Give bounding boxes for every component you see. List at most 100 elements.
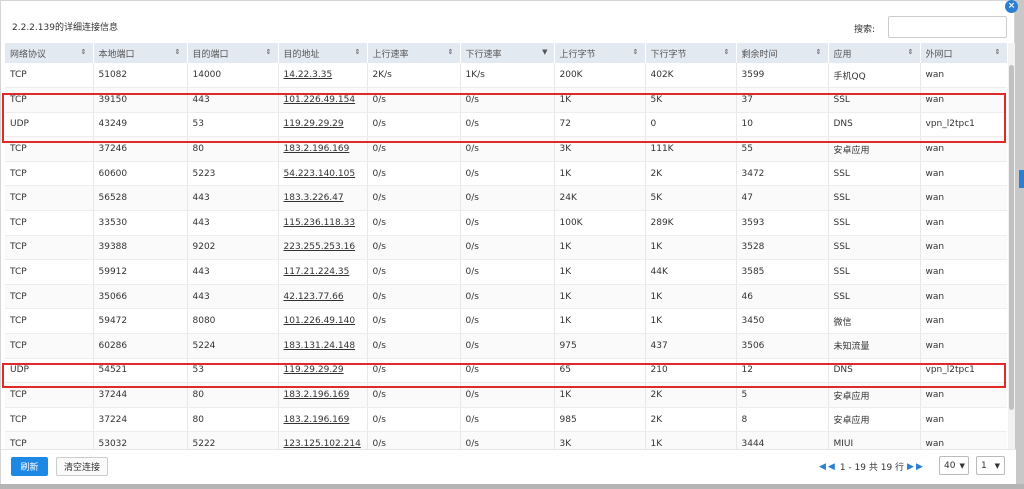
table-row[interactable]: TCP 39388 9202 223.255.253.16 0/s 0/s 1K 1K 3528… — [5, 235, 1007, 261]
sort-icon[interactable]: ▼ — [542, 48, 547, 56]
column-header[interactable]: 下行字节 ⇕ — [645, 43, 737, 63]
table-cell: 0/s — [460, 87, 555, 113]
table-row[interactable]: TCP 60600 5223 54.223.140.105 0/s 0/s 1K 2K 3472… — [5, 161, 1007, 187]
chevron-down-icon: ▼ — [994, 461, 1000, 470]
column-header[interactable]: 目的端口 ⇕ — [187, 43, 279, 63]
sort-icon[interactable]: ⇕ — [816, 48, 822, 56]
table-row[interactable]: TCP 39150 443 101.226.49.154 0/s 0/s 1K 5K 37 SSL… — [5, 87, 1007, 113]
table-cell: 1K — [554, 259, 646, 285]
search-input[interactable] — [888, 16, 1007, 38]
prev-page-icon[interactable]: ◀ — [828, 462, 835, 472]
table-cell: 1K — [554, 87, 646, 113]
dialog-title: 2.2.2.139的详细连接信息 — [12, 23, 118, 33]
sort-icon[interactable]: ⇕ — [355, 48, 361, 56]
table-cell: 44K — [645, 259, 737, 285]
table-row[interactable]: TCP 56528 443 183.3.226.47 0/s 0/s 24K 5K 47 SSL w… — [5, 185, 1007, 212]
table-cell: 0/s — [460, 161, 555, 187]
first-page-icon[interactable]: ◀ — [819, 462, 826, 472]
table-row[interactable]: TCP 33530 443 115.236.118.33 0/s 0/s 100K 289K 3… — [5, 210, 1007, 236]
table-cell: 1K — [554, 308, 646, 335]
table-cell: 0/s — [367, 431, 461, 449]
table-row[interactable]: TCP 53032 5222 123.125.102.214 0/s 0/s 3K 1K 344… — [5, 431, 1007, 449]
table-cell: 0/s — [460, 333, 555, 359]
column-header[interactable]: 下行速率 ▼ — [460, 43, 555, 63]
column-header[interactable]: 应用 ⇕ — [828, 43, 921, 63]
table-row[interactable]: TCP 37224 80 183.2.196.169 0/s 0/s 985 2K 8 安卓应用 w… — [5, 407, 1007, 433]
destination-address-link[interactable]: 183.2.196.169 — [278, 136, 368, 162]
table-cell: 0/s — [367, 284, 461, 310]
sort-icon[interactable]: ⇕ — [724, 48, 730, 56]
table-cell: 3450 — [736, 308, 829, 335]
clear-connections-button[interactable]: 清空连接 — [56, 457, 108, 476]
table-cell: 55 — [736, 136, 829, 162]
sort-icon[interactable]: ⇕ — [266, 48, 272, 56]
table-row[interactable]: TCP 35066 443 42.123.77.66 0/s 0/s 1K 1K 46 SSL wa… — [5, 284, 1007, 310]
destination-address-link[interactable]: 183.2.196.169 — [278, 407, 368, 433]
table-row[interactable]: TCP 51082 14000 14.22.3.35 2K/s 1K/s 200K 402K 3… — [5, 63, 1007, 89]
table-cell: 1K — [554, 161, 646, 187]
table-cell: 14000 — [187, 63, 279, 89]
sort-icon[interactable]: ⇕ — [448, 48, 454, 56]
table-row[interactable]: TCP 59472 8080 101.226.49.140 0/s 0/s 1K 1K 3450… — [5, 308, 1007, 335]
column-header[interactable]: 目的地址 ⇕ — [278, 43, 368, 63]
table-cell: 1K — [645, 284, 737, 310]
sort-icon[interactable]: ⇕ — [175, 48, 181, 56]
destination-address-link[interactable]: 117.21.224.35 — [278, 259, 368, 285]
column-header-label: 网络协议 — [10, 49, 47, 60]
table-cell: 3506 — [736, 333, 829, 359]
table-cell: 0/s — [460, 308, 555, 335]
table-row[interactable]: TCP 37244 80 183.2.196.169 0/s 0/s 1K 2K 5 安卓应用 wa… — [5, 382, 1007, 408]
table-row[interactable]: UDP 43249 53 119.29.29.29 0/s 0/s 72 0 10 DNS vpn_… — [5, 112, 1007, 138]
sort-icon[interactable]: ⇕ — [633, 48, 639, 56]
destination-address-link[interactable]: 223.255.253.16 — [278, 235, 368, 261]
page-number-select[interactable]: 1 ▼ — [976, 456, 1005, 475]
last-page-icon[interactable]: ▶ — [916, 462, 923, 472]
table-cell: 80 — [187, 382, 279, 408]
next-page-icon[interactable]: ▶ — [907, 462, 914, 472]
destination-address-link[interactable]: 14.22.3.35 — [278, 63, 368, 89]
table-cell: 402K — [645, 63, 737, 89]
destination-address-link[interactable]: 101.226.49.140 — [278, 308, 368, 335]
column-header-label: 下行字节 — [650, 49, 687, 60]
column-header-label: 应用 — [833, 49, 852, 60]
table-cell: 210 — [645, 358, 737, 384]
close-icon[interactable]: × — [1005, 0, 1018, 13]
destination-address-link[interactable]: 183.131.24.148 — [278, 333, 368, 359]
destination-address-link[interactable]: 54.223.140.105 — [278, 161, 368, 187]
column-header[interactable]: 上行速率 ⇕ — [367, 43, 461, 63]
table-row[interactable]: TCP 37246 80 183.2.196.169 0/s 0/s 3K 111K 55 安卓应… — [5, 136, 1007, 162]
refresh-button[interactable]: 刷新 — [11, 457, 48, 476]
sort-icon[interactable]: ⇕ — [995, 48, 1001, 56]
destination-address-link[interactable]: 42.123.77.66 — [278, 284, 368, 310]
table-cell: 37246 — [93, 136, 188, 162]
table-cell: 0/s — [367, 112, 461, 138]
table-cell: wan — [920, 235, 1007, 261]
destination-address-link[interactable]: 101.226.49.154 — [278, 87, 368, 113]
table-row[interactable]: TCP 59912 443 117.21.224.35 0/s 0/s 1K 44K 3585 S… — [5, 259, 1007, 285]
table-cell: 51082 — [93, 63, 188, 89]
table-row[interactable]: TCP 60286 5224 183.131.24.148 0/s 0/s 975 437 35… — [5, 333, 1007, 359]
destination-address-link[interactable]: 119.29.29.29 — [278, 112, 368, 138]
table-scrollbar[interactable] — [1008, 43, 1015, 449]
column-header[interactable]: 外网口 ⇕ — [920, 43, 1007, 63]
destination-address-link[interactable]: 115.236.118.33 — [278, 210, 368, 236]
column-header[interactable]: 网络协议 ⇕ — [5, 43, 94, 63]
table-cell: 0/s — [460, 235, 555, 261]
scrollbar-thumb[interactable] — [1009, 65, 1014, 410]
destination-address-link[interactable]: 119.29.29.29 — [278, 358, 368, 384]
destination-address-link[interactable]: 183.3.226.47 — [278, 185, 368, 212]
pagination: ◀ ◀ 1 - 19 共 19 行 ▶ ▶ — [819, 460, 925, 474]
table-cell: 5224 — [187, 333, 279, 359]
destination-address-link[interactable]: 183.2.196.169 — [278, 382, 368, 408]
table-cell: 443 — [187, 284, 279, 310]
edge-tab[interactable] — [1019, 170, 1024, 188]
sort-icon[interactable]: ⇕ — [81, 48, 87, 56]
destination-address-link[interactable]: 123.125.102.214 — [278, 431, 368, 449]
column-header[interactable]: 本地端口 ⇕ — [93, 43, 188, 63]
column-header[interactable]: 上行字节 ⇕ — [554, 43, 646, 63]
sort-icon[interactable]: ⇕ — [908, 48, 914, 56]
page-size-select[interactable]: 40 ▼ — [939, 456, 969, 475]
table-row[interactable]: UDP 54521 53 119.29.29.29 0/s 0/s 65 210 12 DNS vp… — [5, 358, 1007, 384]
column-header[interactable]: 剩余时间 ⇕ — [736, 43, 829, 63]
table-cell: TCP — [5, 259, 94, 285]
